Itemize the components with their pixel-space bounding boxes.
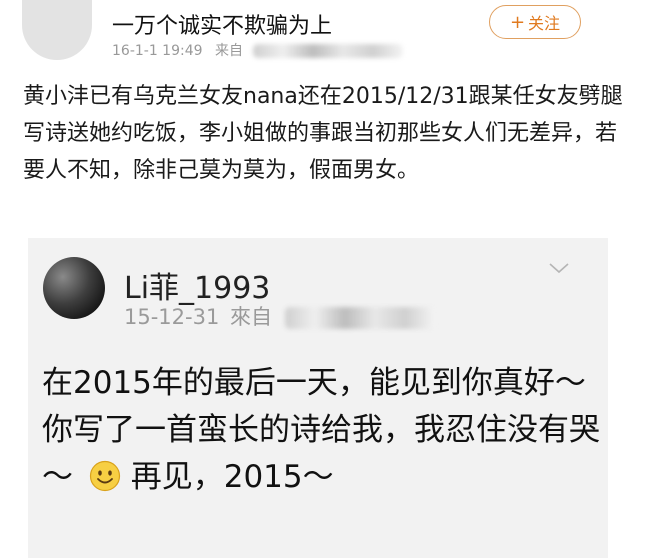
quoted-text: 在2015年的最后一天，能见到你真好～你写了一首蛮长的诗给我，我忍住没有哭～ 再…: [42, 360, 602, 501]
poster-name[interactable]: 一万个诚实不欺骗为上: [112, 8, 332, 40]
post-text: 黄小沣已有乌克兰女友nana还在2015/12/31跟某任女友劈腿写诗送她约吃饭…: [23, 84, 623, 183]
quoted-text-end: 再见，2015～: [130, 459, 334, 495]
quoted-meta: 15-12-31 來自: [124, 301, 435, 331]
smile-icon: [89, 460, 120, 492]
post-date: 16-1-1 19:49: [112, 43, 203, 59]
plus-icon: +: [509, 11, 526, 33]
redacted-source: [253, 44, 404, 58]
quoted-source-prefix: 來自: [230, 305, 273, 329]
follow-label: 关注: [528, 14, 561, 33]
chevron-down-icon[interactable]: [548, 259, 570, 277]
poster-avatar[interactable]: [22, 0, 92, 60]
redacted-source: [284, 307, 435, 329]
follow-button[interactable]: + 关注: [489, 5, 581, 39]
quoted-post-card: Li菲_1993 15-12-31 來自 在2015年的最后一天，能见到你真好～…: [28, 238, 608, 558]
quoted-date: 15-12-31: [124, 305, 220, 329]
post-meta: 16-1-1 19:49 来自: [112, 40, 404, 60]
quoted-avatar[interactable]: [43, 257, 105, 319]
post-source-prefix: 来自: [214, 43, 243, 59]
